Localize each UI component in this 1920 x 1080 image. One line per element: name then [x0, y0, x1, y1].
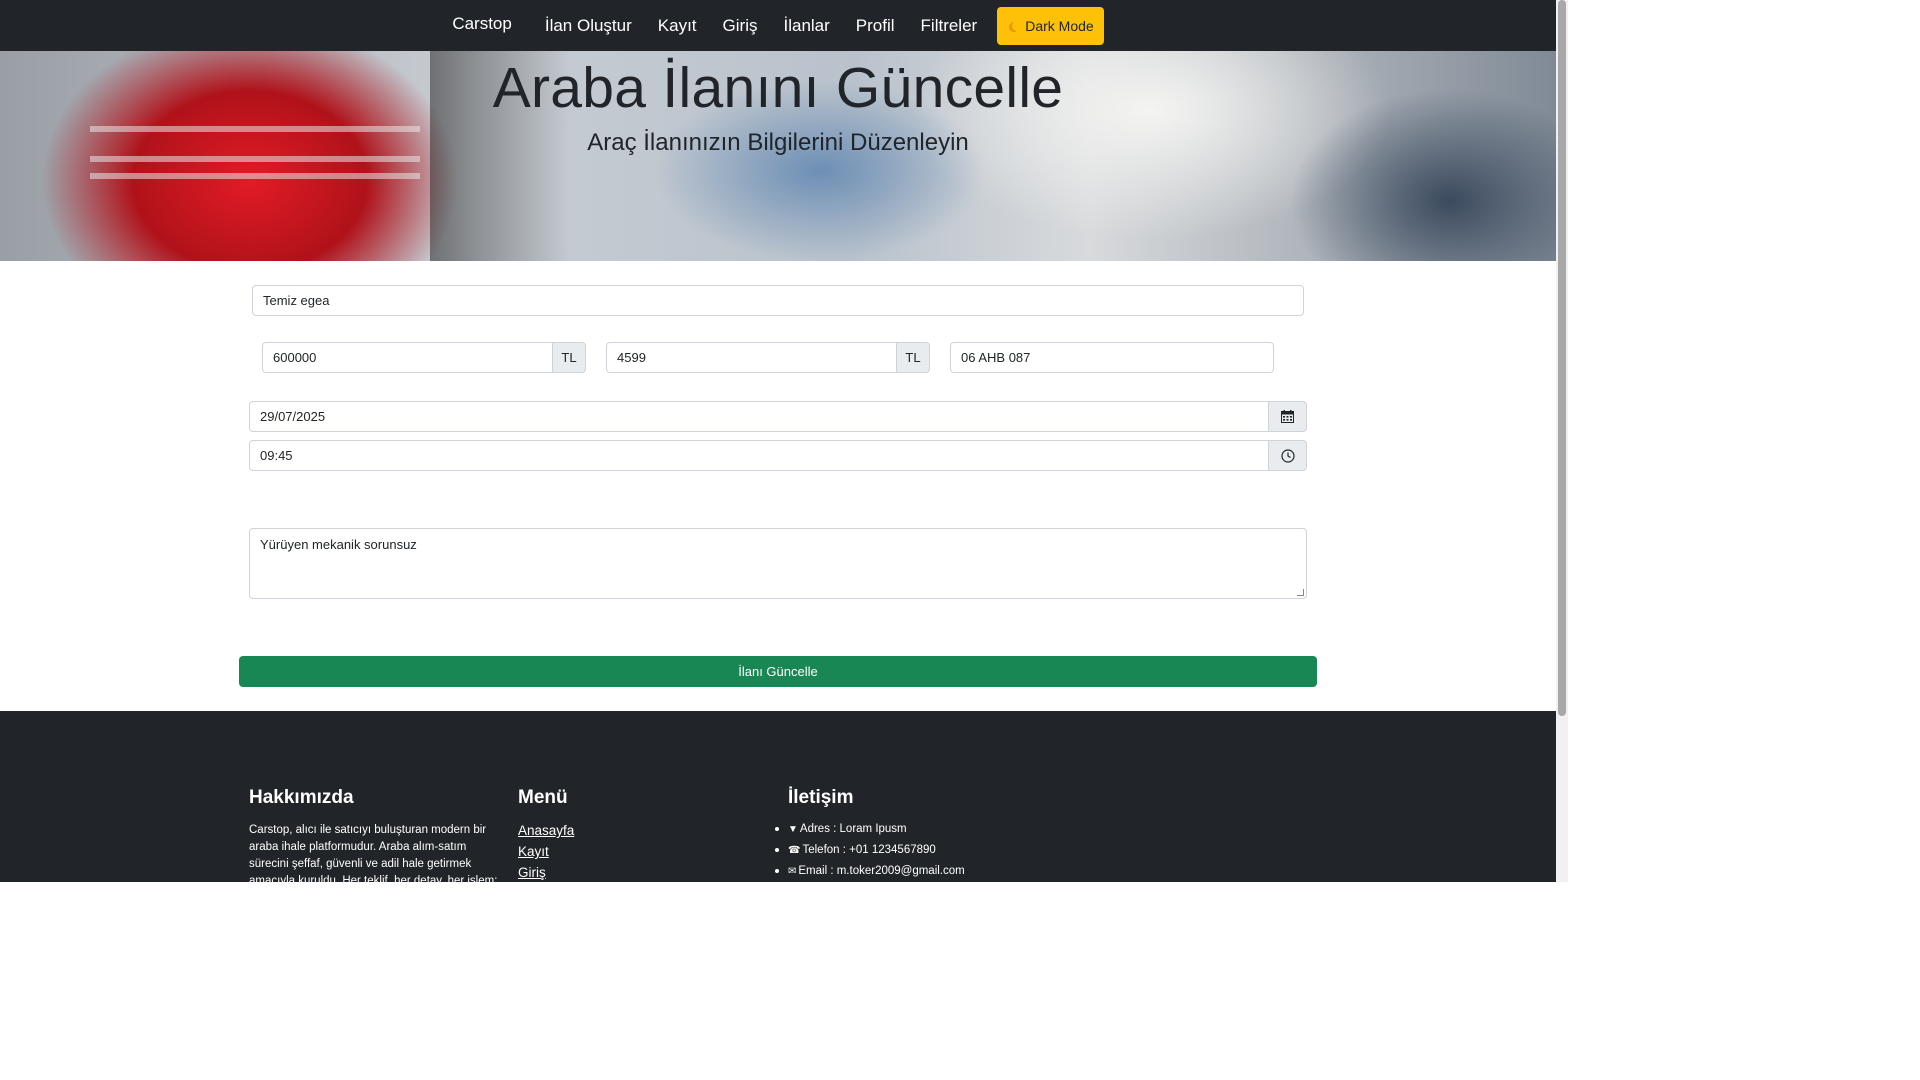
nav-link-filters[interactable]: Filtreler [921, 16, 978, 36]
bullet [775, 848, 779, 852]
page-scrollbar[interactable] [1556, 0, 1568, 882]
about-text: Carstop, alıcı ile satıcıyı buluşturan m… [249, 824, 498, 887]
dark-mode-button[interactable]: Dark Mode [997, 6, 1104, 45]
brand-link[interactable]: Carstop [452, 14, 512, 34]
plate-input[interactable]: 06 AHB 087 [950, 342, 1274, 373]
hero-banner: Araba İlanını Güncelle Araç İlanınızın B… [0, 51, 1556, 261]
second-amount-input[interactable]: 4599 [606, 342, 897, 373]
resize-handle[interactable] [1297, 589, 1304, 596]
date-input[interactable]: 29/07/2025 [249, 401, 1269, 432]
contact-heading: İletişim [788, 787, 854, 808]
description-text: Yürüyen mekanik sorunsuz [260, 537, 417, 552]
contact-email: ✉ Email : m.toker2009@gmail.com [775, 865, 965, 877]
second-currency-addon: TL [896, 342, 930, 373]
contact-email-text: Email : m.toker2009@gmail.com [798, 865, 965, 877]
envelope-icon: ✉ [788, 865, 797, 877]
footer-link-home[interactable]: Anasayfa [518, 823, 574, 838]
navbar: Carstop İlan Oluştur Kayıt Giriş İlanlar… [0, 0, 1556, 51]
calendar-button[interactable] [1268, 401, 1307, 432]
description-textarea[interactable]: Yürüyen mekanik sorunsuz [249, 528, 1307, 599]
nav-link-login[interactable]: Giriş [723, 16, 758, 36]
bullet [775, 827, 779, 831]
moon-icon [1012, 21, 1022, 31]
price-currency-addon: TL [552, 342, 586, 373]
listing-title-input[interactable]: Temiz egea [252, 285, 1304, 316]
clock-icon [1280, 448, 1295, 463]
nav-link-profile[interactable]: Profil [856, 16, 895, 36]
update-listing-button[interactable]: İlanı Güncelle [239, 656, 1317, 687]
footer-link-login[interactable]: Giriş [518, 865, 546, 880]
contact-phone-text: Telefon : +01 1234567890 [802, 844, 936, 856]
contact-address-text: Adres : Loram Ipusm [799, 823, 907, 835]
nav-link-listings[interactable]: İlanlar [783, 16, 829, 36]
page-subtitle: Araç İlanınızın Bilgilerini Düzenleyin [587, 129, 969, 156]
time-input[interactable]: 09:45 [249, 440, 1269, 471]
footer-link-register[interactable]: Kayıt [518, 844, 549, 859]
contact-phone: ☎ Telefon : +01 1234567890 [775, 844, 936, 856]
bullet [775, 869, 779, 873]
scrollbar-thumb[interactable] [1558, 0, 1566, 716]
menu-heading: Menü [518, 787, 568, 808]
phone-icon: ☎ [788, 844, 801, 856]
map-pin-icon: ▼ [788, 823, 798, 835]
hero-image-detail [90, 173, 420, 179]
footer: Hakkımızda Carstop, alıcı ile satıcıyı b… [0, 711, 1556, 887]
price-input[interactable]: 600000 [262, 342, 553, 373]
nav-link-create-listing[interactable]: İlan Oluştur [545, 16, 632, 36]
nav-link-register[interactable]: Kayıt [658, 16, 697, 36]
clock-button[interactable] [1268, 440, 1307, 471]
dark-mode-label: Dark Mode [1025, 17, 1094, 34]
page-title: Araba İlanını Güncelle [492, 56, 1064, 120]
about-heading: Hakkımızda [249, 787, 354, 808]
contact-address: ▼ Adres : Loram Ipusm [775, 823, 907, 835]
calendar-icon [1281, 410, 1294, 423]
